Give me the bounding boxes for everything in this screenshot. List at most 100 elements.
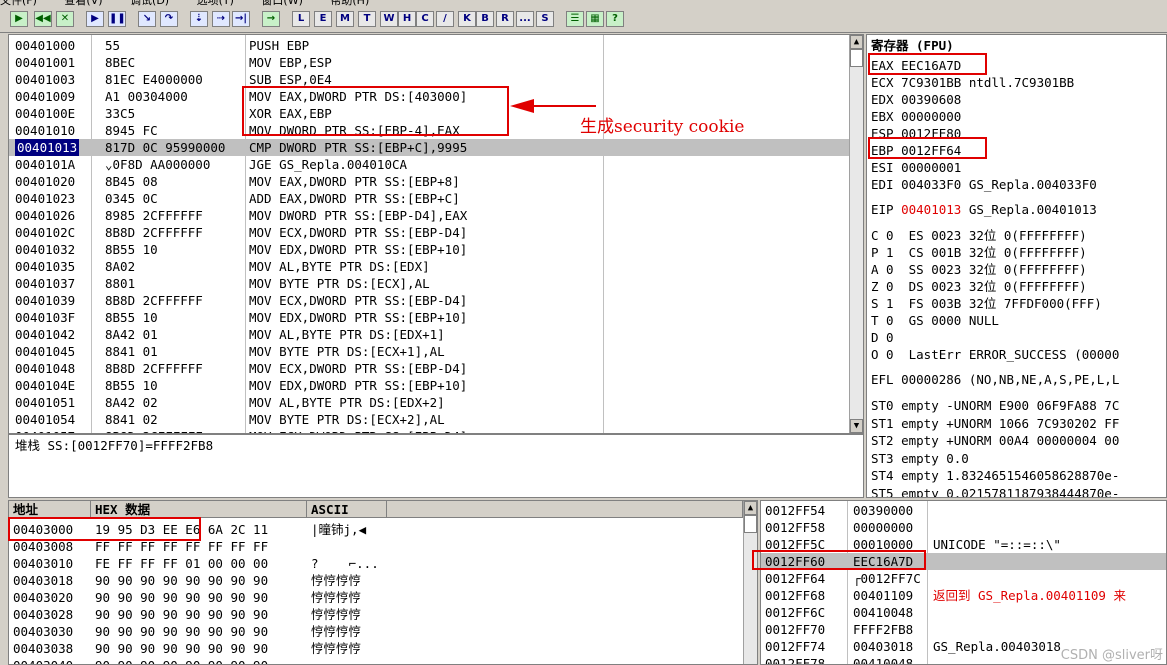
disasm-row[interactable]: 00401013 817D 0C 95990000 CMP DWORD PTR SS… — [9, 139, 849, 156]
toolbar-button-s[interactable]: S — [536, 11, 554, 27]
execute-till-return-icon[interactable]: →| — [232, 11, 250, 27]
menu-view[interactable]: 查看(V) — [64, 0, 102, 8]
disasm-row[interactable]: 00401020 8B45 08 MOV EAX,DWORD PTR SS:[EBP… — [9, 173, 849, 190]
stack-row[interactable]: 0012FF54 00390000 — [761, 502, 1166, 519]
toolbar-button-t[interactable]: T — [358, 11, 376, 27]
register-edx[interactable]: EDX 00390608 — [871, 91, 961, 108]
toolbar-button-w[interactable]: W — [380, 11, 398, 27]
fpu-line[interactable]: ST4 empty 1.8324651546058628870e- — [871, 467, 1119, 484]
menu-help[interactable]: 帮助(H) — [330, 0, 369, 8]
restart-icon[interactable]: ◀◀ — [34, 11, 52, 27]
disassembly-scrollbar[interactable]: ▲ ▼ — [849, 35, 863, 433]
stack-row[interactable]: 0012FF70 FFFF2FB8 — [761, 621, 1166, 638]
fpu-line[interactable]: ST1 empty +UNORM 1066 7C930202 FF — [871, 415, 1119, 432]
disasm-row[interactable]: 00401000 55 PUSH EBP — [9, 37, 849, 54]
dump-row[interactable]: 00403020 90 90 90 90 90 90 90 90 悙悙悙悙 — [9, 589, 743, 606]
trace-into-icon[interactable]: ⇣ — [190, 11, 208, 27]
flag-line[interactable]: C 0 ES 0023 32位 0(FFFFFFFF) — [871, 227, 1087, 244]
dump-pane[interactable]: 地址 HEX 数据 ASCII 00403000 19 95 D3 EE E6 6… — [8, 500, 758, 665]
toolbar-button-l[interactable]: L — [292, 11, 310, 27]
register-edi[interactable]: EDI 004033F0 GS_Repla.004033F0 — [871, 176, 1097, 193]
flag-line[interactable]: Z 0 DS 0023 32位 0(FFFFFFFF) — [871, 278, 1087, 295]
stack-row[interactable]: 0012FF58 00000000 — [761, 519, 1166, 536]
eip-line[interactable]: EIP 00401013 GS_Repla.00401013 — [871, 201, 1097, 218]
disassembly-pane[interactable]: 00401000 55 PUSH EBP 00401001 8BEC MOV EBP,ES… — [8, 34, 864, 434]
scroll-down-icon[interactable]: ▼ — [850, 419, 863, 433]
flag-line[interactable]: A 0 SS 0023 32位 0(FFFFFFFF) — [871, 261, 1087, 278]
help-icon[interactable]: ? — [606, 11, 624, 27]
toolbar-button-k[interactable]: K — [458, 11, 476, 27]
register-ecx[interactable]: ECX 7C9301BB ntdll.7C9301BB — [871, 74, 1074, 91]
step-into-icon[interactable]: ↘ — [138, 11, 156, 27]
disasm-row[interactable]: 0040101A ⌄0F8D AA000000 JGE GS_Repla.00401… — [9, 156, 849, 173]
disasm-row[interactable]: 00401035 8A02 MOV AL,BYTE PTR DS:[EDX] — [9, 258, 849, 275]
close-icon[interactable]: ✕ — [56, 11, 74, 27]
dump-row[interactable]: 00403040 90 90 90 90 90 90 90 90 — [9, 657, 743, 664]
goto-icon[interactable]: → — [262, 11, 280, 27]
fpu-line[interactable]: ST5 empty 0.0215781187938444870e- — [871, 485, 1119, 498]
toolbar-button-b[interactable]: B — [476, 11, 494, 27]
menu-debug[interactable]: 调试(D) — [130, 0, 169, 8]
dump-scroll-thumb[interactable] — [744, 515, 757, 533]
menu-options[interactable]: 选项(T) — [197, 0, 234, 8]
grid-icon[interactable]: ▦ — [586, 11, 604, 27]
disasm-row[interactable]: 00401023 0345 0C ADD EAX,DWORD PTR SS:[EBP… — [9, 190, 849, 207]
trace-over-icon[interactable]: ⇢ — [212, 11, 230, 27]
disasm-row[interactable]: 00401039 8B8D 2CFFFFFF MOV ECX,DWORD PTR S… — [9, 292, 849, 309]
toolbar-button-h[interactable]: H — [398, 11, 416, 27]
disasm-row[interactable]: 00401003 81EC E4000000 SUB ESP,0E4 — [9, 71, 849, 88]
register-ebx[interactable]: EBX 00000000 — [871, 108, 961, 125]
dump-scrollbar[interactable]: ▲ — [743, 501, 757, 664]
stack-pane[interactable]: 0012FF54 00390000 0012FF58 00000000 0012FF5C… — [760, 500, 1167, 665]
disasm-row[interactable]: 00401001 8BEC MOV EBP,ESP — [9, 54, 849, 71]
disasm-row[interactable]: 00401054 8841 02 MOV BYTE PTR DS:[ECX+2],A… — [9, 411, 849, 428]
register-eax[interactable]: EAX EEC16A7D — [871, 57, 961, 74]
list-icon[interactable]: ☰ — [566, 11, 584, 27]
disasm-row[interactable]: 00401037 8801 MOV BYTE PTR DS:[ECX],AL — [9, 275, 849, 292]
disasm-row[interactable]: 0040102C 8B8D 2CFFFFFF MOV ECX,DWORD PTR S… — [9, 224, 849, 241]
fpu-line[interactable]: ST2 empty +UNORM 00A4 00000004 00 — [871, 432, 1119, 449]
disasm-row[interactable]: 0040103F 8B55 10 MOV EDX,DWORD PTR SS:[EBP… — [9, 309, 849, 326]
dump-header-ascii[interactable]: ASCII — [307, 501, 387, 518]
disasm-row[interactable]: 00401051 8A42 02 MOV AL,BYTE PTR DS:[EDX+2… — [9, 394, 849, 411]
open-icon[interactable]: ▶ — [10, 11, 28, 27]
toolbar-button-e[interactable]: E — [314, 11, 332, 27]
toolbar-button-slash[interactable]: / — [436, 11, 454, 27]
scroll-up-icon[interactable]: ▲ — [850, 35, 863, 49]
register-esi[interactable]: ESI 00000001 — [871, 159, 961, 176]
flag-line[interactable]: T 0 GS 0000 NULL — [871, 312, 999, 329]
disasm-row[interactable]: 0040104E 8B55 10 MOV EDX,DWORD PTR SS:[EBP… — [9, 377, 849, 394]
register-esp[interactable]: ESP 0012FE80 — [871, 125, 961, 142]
flag-line[interactable]: D 0 — [871, 329, 894, 346]
toolbar-button-m[interactable]: M — [336, 11, 354, 27]
disasm-row[interactable]: 00401026 8985 2CFFFFFF MOV DWORD PTR SS:[E… — [9, 207, 849, 224]
flag-line[interactable]: S 1 FS 003B 32位 7FFDF000(FFF) — [871, 295, 1102, 312]
stack-row[interactable]: 0012FF6C 00410048 — [761, 604, 1166, 621]
fpu-line[interactable]: ST0 empty -UNORM E900 06F9FA88 7C — [871, 397, 1119, 414]
stack-row[interactable]: 0012FF64 ┌0012FF7C — [761, 570, 1166, 587]
disasm-row[interactable]: 00401045 8841 01 MOV BYTE PTR DS:[ECX+1],A… — [9, 343, 849, 360]
registers-pane[interactable]: 寄存器 (FPU) EAX EEC16A7D ECX 7C9301BB ntdll… — [866, 34, 1167, 498]
dump-row[interactable]: 00403008 FF FF FF FF FF FF FF FF — [9, 538, 743, 555]
dump-scroll-up-icon[interactable]: ▲ — [744, 501, 757, 515]
flag-line[interactable]: P 1 CS 001B 32位 0(FFFFFFFF) — [871, 244, 1087, 261]
dump-row[interactable]: 00403010 FE FF FF FF 01 00 00 00 ? ⌐... — [9, 555, 743, 572]
menu-file[interactable]: 文件(F) — [0, 0, 37, 8]
efl-line[interactable]: EFL 00000286 (NO,NB,NE,A,S,PE,L,L — [871, 371, 1119, 388]
register-ebp[interactable]: EBP 0012FF64 — [871, 142, 961, 159]
stack-row[interactable]: 0012FF60 EEC16A7D — [761, 553, 1166, 570]
disasm-row[interactable]: 00401009 A1 00304000 MOV EAX,DWORD PTR DS:… — [9, 88, 849, 105]
disasm-row[interactable]: 00401042 8A42 01 MOV AL,BYTE PTR DS:[EDX+1… — [9, 326, 849, 343]
scroll-thumb[interactable] — [850, 49, 863, 67]
disasm-row[interactable]: 00401048 8B8D 2CFFFFFF MOV ECX,DWORD PTR S… — [9, 360, 849, 377]
stack-row[interactable]: 0012FF5C 00010000 UNICODE "=::=::\" — [761, 536, 1166, 553]
toolbar-button-dots[interactable]: ... — [516, 11, 534, 27]
disasm-row[interactable]: 00401032 8B55 10 MOV EDX,DWORD PTR SS:[EBP… — [9, 241, 849, 258]
toolbar-button-r[interactable]: R — [496, 11, 514, 27]
dump-row[interactable]: 00403038 90 90 90 90 90 90 90 90 悙悙悙悙 — [9, 640, 743, 657]
pause-icon[interactable]: ❚❚ — [108, 11, 126, 27]
dump-row[interactable]: 00403028 90 90 90 90 90 90 90 90 悙悙悙悙 — [9, 606, 743, 623]
stack-row[interactable]: 0012FF68 00401109 返回到 GS_Repla.00401109 来 — [761, 587, 1166, 604]
dump-header-address[interactable]: 地址 — [9, 501, 91, 518]
step-over-icon[interactable]: ↷ — [160, 11, 178, 27]
